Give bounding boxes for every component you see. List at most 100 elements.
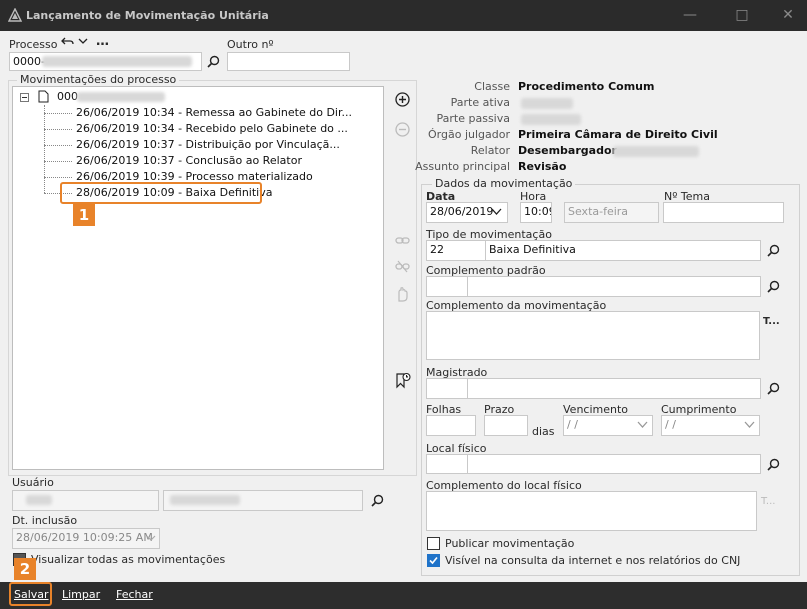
redacted-usuario-name: [170, 495, 240, 505]
tipo-desc-field: Baixa Definitiva: [485, 240, 761, 261]
tree-item[interactable]: 26/06/2019 10:34 - Remessa ao Gabinete d…: [76, 106, 352, 119]
usuario-label: Usuário: [12, 476, 54, 489]
cumprimento-value: / /: [665, 418, 676, 431]
outro-input[interactable]: [227, 52, 350, 71]
tema-input[interactable]: [663, 202, 784, 223]
tipo-code-input[interactable]: 22: [426, 240, 486, 261]
classe-key: Classe: [474, 80, 510, 93]
tree-connector: [44, 145, 72, 146]
chevron-down-icon[interactable]: [491, 208, 502, 216]
parte-ativa-key: Parte ativa: [450, 96, 510, 109]
folhas-input[interactable]: [426, 415, 476, 436]
dados-label: Dados da movimentação: [432, 177, 576, 190]
hand-icon: [398, 287, 408, 302]
limpar-button[interactable]: Limpar: [62, 588, 100, 601]
unlink-icon: [395, 260, 410, 273]
prazo-input[interactable]: [484, 415, 528, 436]
movimentacoes-tree[interactable]: 000 26/06/2019 10:34 - Remessa ao Gabine…: [12, 86, 384, 470]
relator-value: Desembargador: [518, 144, 617, 157]
badge-2: 2: [14, 558, 36, 580]
outro-label: Outro nº: [227, 38, 274, 51]
relator-key: Relator: [470, 144, 510, 157]
search-icon[interactable]: [767, 244, 780, 257]
collapse-icon[interactable]: [20, 93, 29, 102]
title-bar: Lançamento de Movimentação Unitária — □ …: [0, 0, 807, 31]
publicar-checkbox[interactable]: [427, 537, 440, 550]
tree-root-label[interactable]: 000: [57, 90, 78, 103]
dt-inclusao-label: Dt. inclusão: [12, 514, 78, 527]
tree-item[interactable]: 26/06/2019 10:34 - Recebido pelo Gabinet…: [76, 122, 348, 135]
comp-padrao-desc-field: [467, 276, 761, 297]
link-icon: [395, 237, 410, 244]
tipo-desc-value: Baixa Definitiva: [489, 243, 576, 256]
chevron-down-icon[interactable]: [78, 38, 88, 45]
comp-padrao-code-input[interactable]: [426, 276, 468, 297]
tree-connector: [44, 129, 72, 130]
tipo-code-value: 22: [430, 243, 444, 256]
redacted-relator: [613, 146, 699, 157]
badge-1: 1: [73, 204, 95, 226]
undo-icon[interactable]: [61, 36, 75, 47]
redacted-root: [77, 92, 165, 102]
processo-value: 0000-: [13, 55, 45, 68]
assunto-value: Revisão: [518, 160, 567, 173]
footer-bar: Salvar Limpar Fechar: [0, 582, 807, 609]
search-icon[interactable]: [767, 280, 780, 293]
tree-connector: [44, 177, 72, 178]
visivel-checkbox[interactable]: [427, 554, 440, 567]
redacted-parte-passiva: [521, 114, 581, 125]
orgao-value: Primeira Câmara de Direito Civil: [518, 128, 718, 141]
maximize-icon[interactable]: □: [732, 6, 752, 24]
comp-local-textarea[interactable]: [426, 491, 757, 531]
tree-item[interactable]: 26/06/2019 10:37 - Conclusão ao Relator: [76, 154, 302, 167]
assunto-key: Assunto principal: [415, 160, 510, 173]
movimentacoes-label: Movimentações do processo: [17, 73, 180, 86]
remove-icon: [395, 122, 410, 137]
magistrado-desc-field: [467, 378, 761, 399]
chevron-down-icon[interactable]: [744, 421, 755, 429]
document-icon: [38, 90, 49, 103]
highlight-callout-2: [9, 582, 52, 606]
text-format-icon-disabled: T...: [761, 496, 776, 507]
data-value: 28/06/2019: [430, 205, 494, 218]
bookmark-clock-icon[interactable]: [395, 372, 411, 389]
close-icon[interactable]: ✕: [778, 6, 798, 24]
highlight-callout-1: [60, 182, 262, 204]
publicar-label: Publicar movimentação: [445, 537, 575, 550]
window-title: Lançamento de Movimentação Unitária: [26, 9, 269, 22]
redacted-usuario-code: [26, 495, 52, 505]
processo-label: Processo: [9, 38, 58, 51]
chevron-down-icon: [146, 535, 156, 541]
classe-value: Procedimento Comum: [518, 80, 655, 93]
dia-semana-value: Sexta-feira: [568, 205, 629, 218]
search-icon[interactable]: [767, 458, 780, 471]
hora-value: 10:09: [524, 205, 551, 218]
tree-connector: [44, 161, 72, 162]
redacted-processo: [42, 56, 192, 67]
dia-semana-field: Sexta-feira: [564, 202, 659, 223]
visivel-label: Visível na consulta da internet e nos re…: [445, 554, 741, 567]
local-desc-field: [467, 454, 761, 474]
text-format-icon[interactable]: T...: [763, 316, 780, 327]
vencimento-value: / /: [567, 418, 578, 431]
tree-connector: [44, 105, 45, 193]
search-icon[interactable]: [767, 382, 780, 395]
chevron-down-icon[interactable]: [637, 421, 648, 429]
tree-item[interactable]: 26/06/2019 10:37 - Distribuição por Vinc…: [76, 138, 340, 151]
dt-inclusao-value: 28/06/2019 10:09:25 AM: [16, 531, 153, 544]
minimize-icon[interactable]: —: [680, 6, 700, 24]
add-icon[interactable]: [395, 92, 410, 107]
local-code-input[interactable]: [426, 454, 468, 474]
tree-connector: [44, 113, 72, 114]
more-icon[interactable]: …: [96, 34, 109, 49]
app-logo-icon: [8, 8, 22, 22]
search-icon[interactable]: [207, 55, 220, 68]
fechar-button[interactable]: Fechar: [116, 588, 153, 601]
visualizar-label: Visualizar todas as movimentações: [31, 553, 226, 566]
magistrado-code-input[interactable]: [426, 378, 468, 399]
hora-input[interactable]: 10:09: [520, 202, 552, 223]
check-icon: [429, 556, 438, 565]
comp-mov-textarea[interactable]: [426, 311, 760, 360]
redacted-parte-ativa: [521, 98, 573, 109]
search-icon[interactable]: [371, 494, 384, 507]
